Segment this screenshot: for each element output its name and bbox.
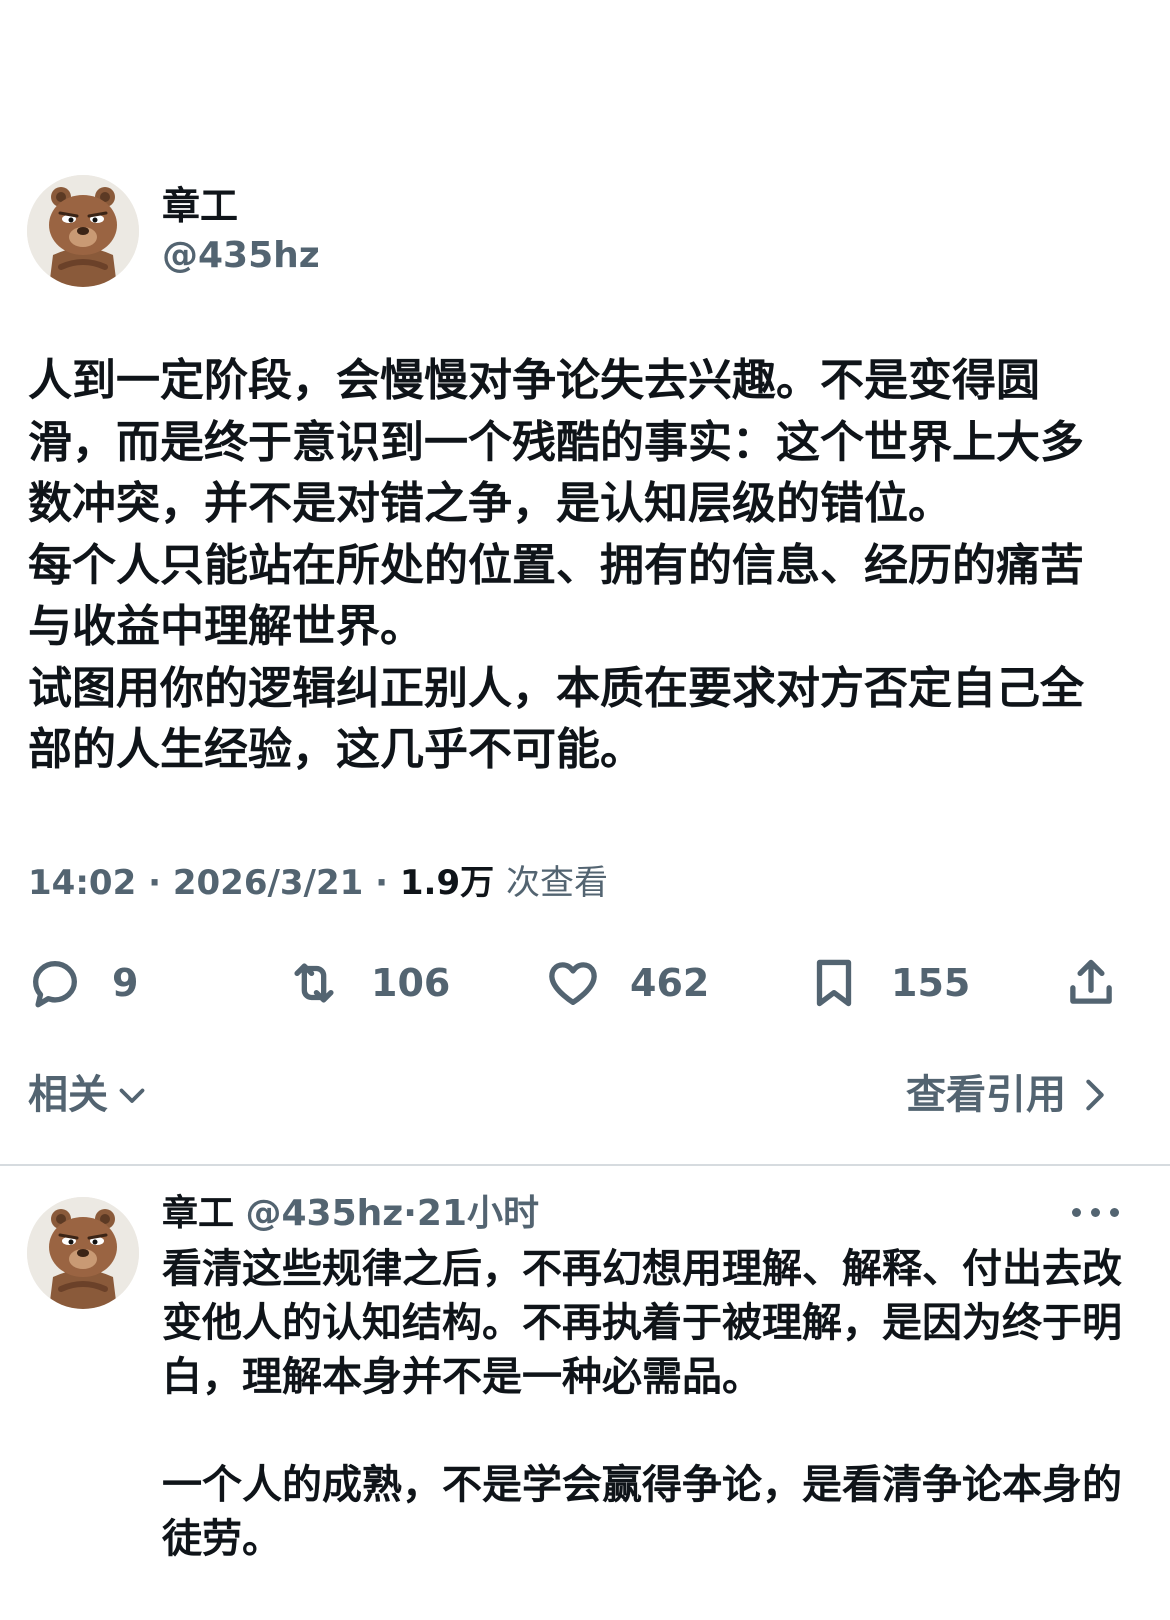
- author-display-name[interactable]: 章工: [162, 181, 238, 231]
- related-label: 相关: [28, 1072, 108, 1118]
- reply-author-name[interactable]: 章工: [162, 1193, 234, 1234]
- meta-separator: ·: [375, 863, 389, 903]
- retweet-button[interactable]: 106: [285, 945, 450, 1021]
- share-button[interactable]: [1062, 945, 1120, 1021]
- bear-avatar-icon: [27, 1197, 139, 1309]
- related-toggle[interactable]: 相关: [28, 1068, 150, 1122]
- reply-time[interactable]: 21小时: [417, 1193, 539, 1234]
- reply-count: 9: [112, 961, 139, 1005]
- bookmark-button[interactable]: 155: [805, 945, 970, 1021]
- tweet-time[interactable]: 14:02: [28, 863, 136, 903]
- retweet-icon: [294, 963, 334, 1003]
- author-handle[interactable]: @435hz: [162, 231, 320, 281]
- retweet-count: 106: [371, 961, 451, 1005]
- bookmark-count: 155: [891, 961, 971, 1005]
- view-quotes-label: 查看引用: [906, 1072, 1066, 1118]
- more-icon: [1091, 1208, 1100, 1217]
- author-avatar[interactable]: [27, 175, 139, 287]
- chevron-down-icon: [119, 1088, 145, 1103]
- meta-separator: ·: [148, 863, 161, 903]
- reply-author-handle[interactable]: @435hz: [245, 1193, 403, 1234]
- like-button[interactable]: 462: [544, 945, 709, 1021]
- tweet-text: 人到一定阶段，会慢慢对争论失去兴趣。不是变得圆滑，而是终于意识到一个残酷的事实：…: [28, 350, 1108, 781]
- more-icon: [1072, 1208, 1081, 1217]
- chevron-right-icon: [1086, 1079, 1104, 1111]
- reply-author-avatar[interactable]: [27, 1197, 139, 1309]
- more-button[interactable]: [1072, 1200, 1122, 1224]
- divider: [0, 1164, 1170, 1166]
- more-icon: [1110, 1208, 1119, 1217]
- reply-text: 看清这些规律之后，不再幻想用理解、解释、付出去改变他人的认知结构。不再执着于被理…: [162, 1242, 1128, 1620]
- like-count: 462: [630, 961, 710, 1005]
- action-bar: 9 106 462 155: [0, 945, 1170, 1021]
- heart-icon: [549, 962, 597, 1005]
- tweet-paragraph: 人到一定阶段，会慢慢对争论失去兴趣。不是变得圆滑，而是终于意识到一个残酷的事实：…: [28, 355, 1084, 529]
- reply-paragraph: 一个人的成熟，不是学会赢得争论，是看清争论本身的徒劳。: [162, 1462, 1122, 1562]
- tweet-paragraph: 试图用你的逻辑纠正别人，本质在要求对方否定自己全部的人生经验，这几乎不可能。: [28, 662, 1084, 776]
- bookmark-icon: [816, 959, 852, 1007]
- tweet-meta: 14:02 · 2026/3/21 · 1.9万 次查看: [28, 858, 608, 908]
- view-count[interactable]: 1.9万: [400, 863, 494, 903]
- tweet-paragraph: 每个人只能站在所处的位置、拥有的信息、经历的痛苦与收益中理解世界。: [28, 539, 1084, 653]
- reply-paragraph: 看清这些规律之后，不再幻想用理解、解释、付出去改变他人的认知结构。不再执着于被理…: [162, 1246, 1122, 1400]
- bear-avatar-icon: [27, 175, 139, 287]
- view-label: 次查看: [505, 863, 608, 903]
- view-quotes-link[interactable]: 查看引用: [906, 1068, 1112, 1122]
- reply-button[interactable]: 9: [26, 945, 138, 1021]
- share-icon: [1070, 959, 1112, 1004]
- reply-header: 章工 @435hz·21小时: [162, 1188, 539, 1240]
- tweet-date[interactable]: 2026/3/21: [173, 863, 363, 903]
- meta-separator: ·: [403, 1193, 417, 1234]
- reply-icon: [33, 961, 77, 1008]
